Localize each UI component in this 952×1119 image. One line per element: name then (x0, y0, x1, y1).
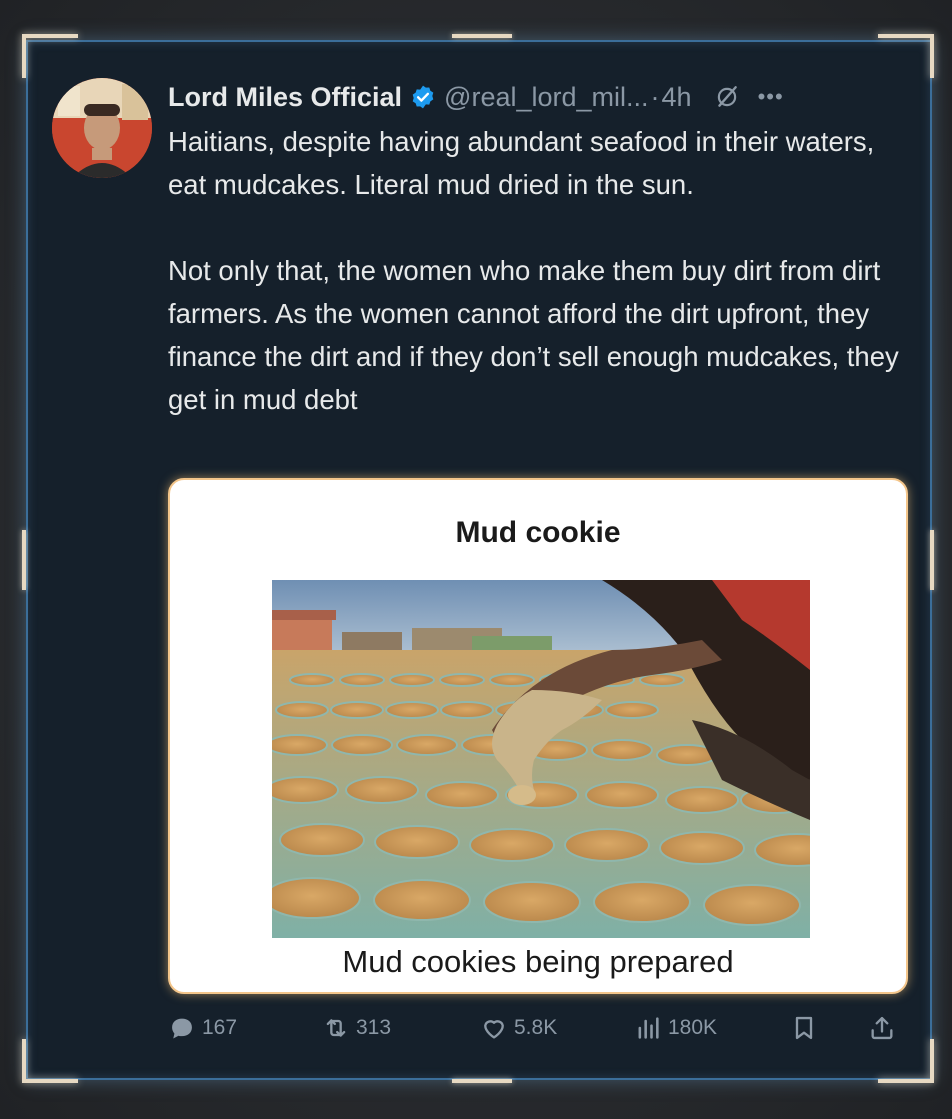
avatar[interactable] (52, 78, 152, 178)
reply-icon (172, 1018, 192, 1039)
media-card[interactable]: Mud cookie Mud cookies being prepared (168, 478, 908, 994)
timestamp[interactable]: 4h (662, 82, 692, 113)
like-button[interactable]: 5.8K (480, 1008, 557, 1048)
frame-corner-top-right (878, 34, 934, 78)
bar-chart-icon (638, 1017, 659, 1039)
tweet-text: Haitians, despite having abundant seafoo… (168, 120, 918, 421)
mud-cookies-photo[interactable] (272, 580, 810, 938)
frame-tick-bottom (452, 1079, 512, 1083)
display-name[interactable]: Lord Miles Official (168, 82, 402, 113)
frame-tick-right (930, 530, 934, 590)
retweet-icon (326, 1019, 346, 1037)
heart-icon (484, 1020, 504, 1039)
card-caption: Mud cookies being prepared (342, 944, 734, 979)
bookmark-icon (795, 1016, 813, 1040)
frame-tick-left (22, 530, 26, 590)
views-count: 180K (668, 1016, 718, 1039)
views-button[interactable]: 180K (634, 1008, 717, 1048)
card-title: Mud cookie (455, 516, 621, 549)
tweet-actions: 167 313 5.8K 180K (168, 1008, 908, 1048)
frame-corner-top-left (22, 34, 78, 78)
bookmark-button[interactable] (790, 1008, 824, 1048)
tweet-header: Lord Miles Official @real_lord_mil... · … (168, 80, 784, 114)
tweet-paragraph-1: Haitians, despite having abundant seafoo… (168, 126, 875, 200)
retweet-button[interactable]: 313 (322, 1008, 391, 1048)
reply-button[interactable]: 167 (168, 1008, 237, 1048)
like-count: 5.8K (514, 1016, 558, 1039)
separator-dot: · (650, 81, 660, 112)
frame-corner-bottom-left (22, 1039, 78, 1083)
grok-icon[interactable] (714, 84, 740, 110)
retweet-count: 313 (356, 1016, 392, 1039)
share-button[interactable] (868, 1008, 902, 1048)
reply-count: 167 (202, 1016, 238, 1039)
handle[interactable]: @real_lord_mil... (444, 82, 648, 113)
verified-badge-icon (412, 85, 434, 109)
screenshot-frame: Lord Miles Official @real_lord_mil... · … (0, 0, 952, 1119)
share-icon (871, 1016, 893, 1040)
more-icon[interactable]: ••• (758, 84, 784, 110)
tweet-paragraph-2: Not only that, the women who make them b… (168, 255, 899, 415)
frame-tick-top (452, 34, 512, 38)
